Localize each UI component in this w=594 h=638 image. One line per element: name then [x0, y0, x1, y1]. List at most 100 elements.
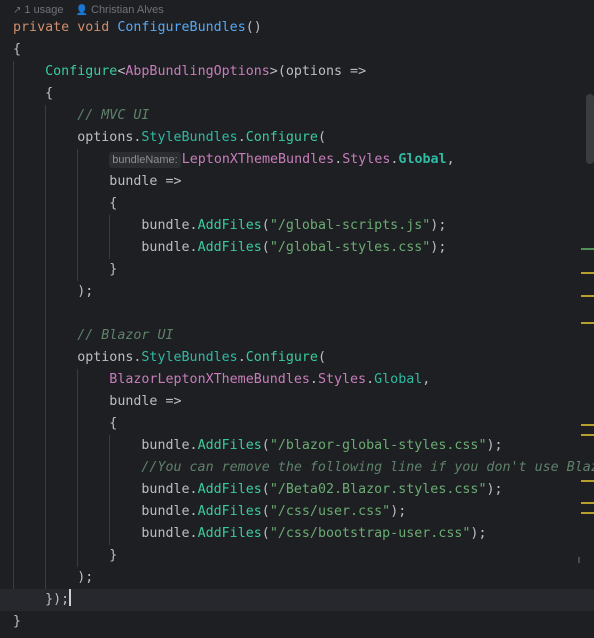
identifier: options: [77, 350, 134, 365]
code-line[interactable]: //You can remove the following line if y…: [0, 457, 594, 479]
code-line[interactable]: {: [0, 83, 594, 105]
comment: // MVC UI: [77, 108, 150, 123]
method-call: Configure: [245, 350, 318, 365]
method-call: AddFiles: [197, 240, 262, 255]
code-line[interactable]: {: [0, 193, 594, 215]
code-line[interactable]: Configure<AbpBundlingOptions>(options =>: [0, 61, 594, 83]
string-literal: "/global-styles.css": [269, 240, 431, 255]
change-marker[interactable]: [581, 480, 594, 482]
author-hint[interactable]: 👤 Christian Alves: [76, 2, 164, 18]
punctuation: (: [261, 218, 270, 233]
punctuation: ,: [422, 372, 431, 387]
punctuation: (: [261, 482, 270, 497]
type-name: AbpBundlingOptions: [125, 64, 270, 79]
usages-hint[interactable]: ↗ 1 usage: [13, 2, 64, 18]
string-literal: "/blazor-global-styles.css": [269, 438, 487, 453]
code-vision-hint: ↗ 1 usage 👤 Christian Alves: [13, 2, 164, 18]
class-name: Styles: [342, 152, 391, 167]
punctuation: );: [486, 482, 503, 497]
change-marker[interactable]: [581, 502, 594, 504]
punctuation: .: [189, 240, 198, 255]
code-editor[interactable]: ↗ 1 usage 👤 Christian Alves private void C…: [0, 0, 594, 638]
identifier: bundle: [141, 526, 190, 541]
punctuation: (: [317, 350, 326, 365]
punctuation: );: [390, 504, 407, 519]
brace: {: [45, 86, 54, 101]
punctuation: ,: [446, 152, 455, 167]
change-marker[interactable]: [581, 424, 594, 426]
brace: {: [109, 196, 118, 211]
punctuation: (: [261, 504, 270, 519]
punctuation: .: [189, 526, 198, 541]
code-line[interactable]: options.StyleBundles.Configure(: [0, 347, 594, 369]
field-name: Global: [374, 372, 423, 387]
identifier: bundle: [141, 438, 190, 453]
method-call: AddFiles: [197, 526, 262, 541]
method-call: AddFiles: [197, 482, 262, 497]
class-name: LeptonXThemeBundles: [181, 152, 335, 167]
code-line[interactable]: BlazorLeptonXThemeBundles.Styles.Global,: [0, 369, 594, 391]
change-marker[interactable]: [581, 248, 594, 250]
change-marker[interactable]: [581, 295, 594, 297]
punctuation: .: [237, 130, 246, 145]
text-cursor: [69, 589, 72, 606]
code-line[interactable]: );: [0, 567, 594, 589]
code-line-current[interactable]: });: [0, 589, 594, 611]
class-name: BlazorLeptonXThemeBundles: [109, 372, 310, 387]
identifier: bundle: [141, 504, 190, 519]
vertical-scrollbar-thumb[interactable]: [586, 94, 594, 164]
string-literal: "/global-scripts.js": [269, 218, 431, 233]
punctuation: });: [45, 592, 70, 607]
punctuation: );: [486, 438, 503, 453]
code-line[interactable]: );: [0, 281, 594, 303]
code-line[interactable]: }: [0, 259, 594, 281]
code-line[interactable]: bundle.AddFiles("/blazor-global-styles.c…: [0, 435, 594, 457]
code-text: bundle =>: [109, 174, 182, 189]
punctuation: );: [77, 284, 94, 299]
brace: }: [109, 548, 118, 563]
change-marker[interactable]: [581, 512, 594, 514]
change-marker[interactable]: [581, 434, 594, 436]
change-marker[interactable]: [581, 322, 594, 324]
punctuation: (): [245, 20, 262, 35]
change-marker[interactable]: [581, 272, 594, 274]
identifier: options: [77, 130, 134, 145]
code-line[interactable]: bundle.AddFiles("/global-scripts.js");: [0, 215, 594, 237]
brace: {: [13, 42, 22, 57]
method-call: AddFiles: [197, 218, 262, 233]
code-line[interactable]: {: [0, 39, 594, 61]
punctuation: .: [189, 218, 198, 233]
code-line[interactable]: bundle.AddFiles("/global-styles.css");: [0, 237, 594, 259]
usages-icon: ↗: [13, 5, 22, 16]
code-line[interactable]: // MVC UI: [0, 105, 594, 127]
method-call: Configure: [45, 64, 118, 79]
string-literal: "/css/user.css": [269, 504, 391, 519]
code-line[interactable]: // Blazor UI: [0, 325, 594, 347]
code-line[interactable]: }: [0, 611, 594, 633]
punctuation: );: [470, 526, 487, 541]
punctuation: .: [189, 482, 198, 497]
string-literal: "/css/bootstrap-user.css": [269, 526, 471, 541]
code-line[interactable]: bundle.AddFiles("/css/bootstrap-user.css…: [0, 523, 594, 545]
punctuation: );: [430, 240, 447, 255]
brace: }: [109, 262, 118, 277]
keyword: private: [13, 20, 70, 35]
punctuation: .: [237, 350, 246, 365]
code-line[interactable]: bundleName: LeptonXThemeBundles.Styles.Gl…: [0, 149, 594, 171]
parameter-hint: bundleName:: [109, 152, 181, 168]
code-line[interactable]: bundle.AddFiles("/css/user.css");: [0, 501, 594, 523]
code-line[interactable]: options.StyleBundles.Configure(: [0, 127, 594, 149]
code-line[interactable]: }: [0, 545, 594, 567]
code-line[interactable]: bundle =>: [0, 171, 594, 193]
method-call: AddFiles: [197, 504, 262, 519]
scroll-tick: [578, 557, 580, 563]
punctuation: (: [261, 526, 270, 541]
method-call: AddFiles: [197, 438, 262, 453]
code-line[interactable]: {: [0, 413, 594, 435]
method-name: ConfigureBundles: [117, 20, 246, 35]
punctuation: .: [189, 504, 198, 519]
code-line[interactable]: bundle =>: [0, 391, 594, 413]
identifier: bundle: [141, 240, 190, 255]
code-line[interactable]: private void ConfigureBundles(): [0, 17, 594, 39]
code-line[interactable]: bundle.AddFiles("/Beta02.Blazor.styles.c…: [0, 479, 594, 501]
